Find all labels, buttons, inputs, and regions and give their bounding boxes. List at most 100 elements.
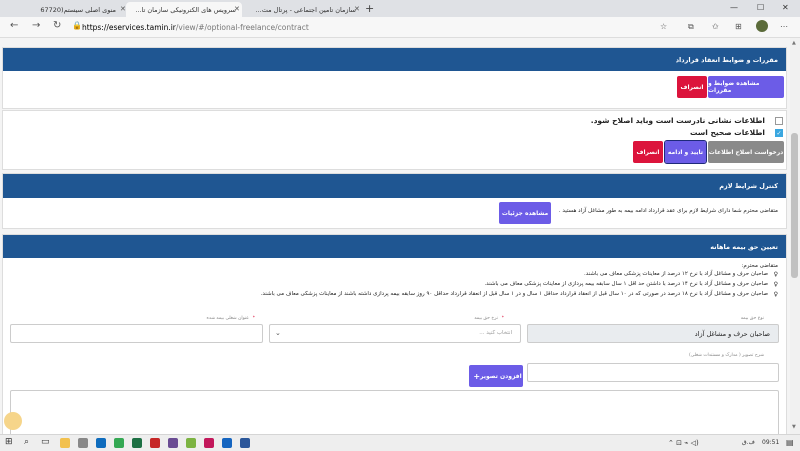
url-host: https://eservices.tamin.ir xyxy=(82,23,176,32)
button-label: انصراف xyxy=(636,148,660,156)
correct-info-label: اطلاعات صحیح است xyxy=(689,128,765,137)
panel-header: مقررات و ضوابط انعقاد قرارداد xyxy=(3,48,786,71)
request-fix-button[interactable]: درخواست اصلاح اطلاعات xyxy=(708,141,784,163)
avatar[interactable] xyxy=(756,20,768,32)
info-icon: ♀ xyxy=(773,291,778,298)
clock[interactable]: 09:51 xyxy=(762,439,779,446)
image-desc-label: شرح تصویر ( مدارک و مستندات شغلی) xyxy=(688,353,764,358)
info-icon: ♀ xyxy=(773,281,778,288)
rate-select[interactable]: انتخاب کنید ... ⌄ xyxy=(269,324,521,343)
add-image-button[interactable]: + افزودن تصویر xyxy=(469,365,523,387)
image-upload-area[interactable] xyxy=(10,390,779,434)
wrong-info-label: اطلاعات نشانی نادرست است وباید اصلاح شود… xyxy=(590,116,765,125)
scroll-thumb[interactable] xyxy=(791,133,798,278)
bullet-1: صاحبان حرف و مشاغل آزاد با نرخ ۱۲ درصد ا… xyxy=(584,271,768,277)
rules-panel: مقررات و ضوابط انعقاد قرارداد مشاهده ضوا… xyxy=(2,47,787,109)
menu-icon[interactable]: ⋯ xyxy=(780,22,788,31)
file-explorer-icon[interactable] xyxy=(60,438,70,448)
page-content: مقررات و ضوابط انعقاد قرارداد مشاهده ضوا… xyxy=(0,38,790,434)
scroll-up-icon[interactable]: ▲ xyxy=(792,40,796,46)
forward-icon[interactable]: → xyxy=(32,20,40,31)
browser-tab-bar: منوی اصلی سیستم(67720 ✕ سرویس های الکترو… xyxy=(0,0,800,17)
insurance-type-label: نوع حق بیمه xyxy=(740,316,764,321)
button-label: مشاهده ضوابط و مقررات xyxy=(708,80,760,94)
collections-icon[interactable]: ⊞ xyxy=(735,22,742,31)
wrong-info-checkbox[interactable] xyxy=(775,117,783,125)
favorites-icon[interactable]: ✩ xyxy=(712,22,719,31)
app-icon[interactable] xyxy=(168,438,178,448)
browser-tab-active[interactable]: سرویس های الکترونیکی سازمان تا... xyxy=(126,2,242,17)
maximize-icon[interactable]: ☐ xyxy=(757,3,764,12)
close-icon[interactable]: ✕ xyxy=(354,5,360,13)
app-icon[interactable] xyxy=(78,438,88,448)
cancel-button[interactable]: انصراف xyxy=(677,76,707,98)
notification-icon[interactable]: ▤ xyxy=(786,438,794,447)
correct-info-checkbox[interactable]: ✓ xyxy=(775,129,783,137)
app-icon[interactable] xyxy=(186,438,196,448)
button-label: تایید و ادامه xyxy=(667,148,704,156)
panel-title: تعیین حق بیمه ماهانه xyxy=(710,242,778,251)
insurance-type-value: صاحبان حرف و مشاغل آزاد xyxy=(694,330,770,338)
word-icon[interactable] xyxy=(240,438,250,448)
confirm-continue-button[interactable]: تایید و ادامه xyxy=(664,140,707,164)
task-view-icon[interactable]: ▭ xyxy=(41,437,50,447)
url-input[interactable]: https://eservices.tamin.ir /view/#/optio… xyxy=(82,20,682,35)
insurance-type-field[interactable]: صاحبان حرف و مشاغل آزاد xyxy=(527,324,779,343)
chat-icon[interactable] xyxy=(4,412,22,430)
app-icon[interactable] xyxy=(222,438,232,448)
minimize-icon[interactable]: — xyxy=(730,3,738,12)
star-icon[interactable]: ☆ xyxy=(660,22,667,31)
search-icon[interactable]: ⌕ xyxy=(24,437,29,447)
requirements-panel: کنترل شرایط لازم متقاضی محترم شما دارای … xyxy=(2,173,787,229)
rate-placeholder: انتخاب کنید ... xyxy=(479,330,512,336)
bullet-3: صاحبان حرف و مشاغل آزاد با نرخ ۱۸ درصد د… xyxy=(260,291,768,297)
button-label: مشاهده جزئیات xyxy=(501,209,549,217)
info-icon: ♀ xyxy=(773,271,778,278)
extensions-icon[interactable]: ⧉ xyxy=(688,22,694,32)
job-title-label: عنوان شغلی بیمه شده xyxy=(206,316,249,321)
premium-panel: تعیین حق بیمه ماهانه متقاضی محترم: صاحبا… xyxy=(2,234,787,434)
image-desc-input[interactable] xyxy=(527,363,779,382)
required-mark: * xyxy=(501,316,504,321)
edge-icon[interactable] xyxy=(96,438,106,448)
intro-text: متقاضی محترم: xyxy=(741,263,778,269)
panel-title: کنترل شرایط لازم xyxy=(719,182,778,190)
tab-title: سرویس های الکترونیکی سازمان تا... xyxy=(135,5,236,14)
browser-tab[interactable]: سازمان تامین اجتماعی - پرتال مت... xyxy=(246,2,362,17)
button-label: افزودن تصویر xyxy=(480,372,522,380)
cancel-button[interactable]: انصراف xyxy=(633,141,663,163)
browser-tab[interactable]: منوی اصلی سیستم(67720 xyxy=(6,2,122,17)
requirements-message: متقاضی محترم شما دارای شرایط لازم برای ع… xyxy=(558,208,778,214)
view-details-button[interactable]: مشاهده جزئیات xyxy=(499,202,551,224)
url-path: /view/#/optional-freelance/contract xyxy=(175,23,309,32)
close-icon[interactable]: ✕ xyxy=(120,5,126,13)
chrome-icon[interactable] xyxy=(114,438,124,448)
tab-title: منوی اصلی سیستم(67720 xyxy=(40,5,116,14)
required-mark: * xyxy=(252,316,255,321)
app-icon[interactable] xyxy=(150,438,160,448)
app-icon[interactable] xyxy=(204,438,214,448)
windows-start-icon[interactable]: ⊞ xyxy=(5,437,13,447)
button-label: درخواست اصلاح اطلاعات xyxy=(708,148,784,156)
button-label: انصراف xyxy=(680,83,704,91)
language-indicator[interactable]: ف.ق xyxy=(742,439,755,446)
tab-title: سازمان تامین اجتماعی - پرتال مت... xyxy=(255,5,356,14)
address-bar: ← → ↻ 🔒 https://eservices.tamin.ir /view… xyxy=(0,17,800,38)
job-title-input[interactable] xyxy=(10,324,263,343)
rate-label: نرخ حق بیمه xyxy=(474,316,498,321)
close-icon[interactable]: ✕ xyxy=(234,5,240,13)
address-confirm-panel: اطلاعات نشانی نادرست است وباید اصلاح شود… xyxy=(2,110,787,170)
scroll-down-icon[interactable]: ▼ xyxy=(792,424,796,430)
new-tab-icon[interactable]: + xyxy=(365,2,374,15)
lock-icon[interactable]: 🔒 xyxy=(72,21,82,30)
panel-header: تعیین حق بیمه ماهانه xyxy=(3,235,786,258)
page-scrollbar[interactable]: ▲ ▼ xyxy=(790,38,800,434)
tray-icons[interactable]: ⌃ ⊡ ⌁ ◁) xyxy=(668,439,699,447)
excel-icon[interactable] xyxy=(132,438,142,448)
back-icon[interactable]: ← xyxy=(10,20,18,31)
close-window-icon[interactable]: ✕ xyxy=(782,3,789,12)
chevron-down-icon: ⌄ xyxy=(275,329,281,337)
view-rules-button[interactable]: مشاهده ضوابط و مقررات xyxy=(708,76,784,98)
reload-icon[interactable]: ↻ xyxy=(53,20,61,31)
bullet-2: صاحبان حرف و مشاغل آزاد با نرخ ۱۴ درصد ب… xyxy=(484,281,768,287)
